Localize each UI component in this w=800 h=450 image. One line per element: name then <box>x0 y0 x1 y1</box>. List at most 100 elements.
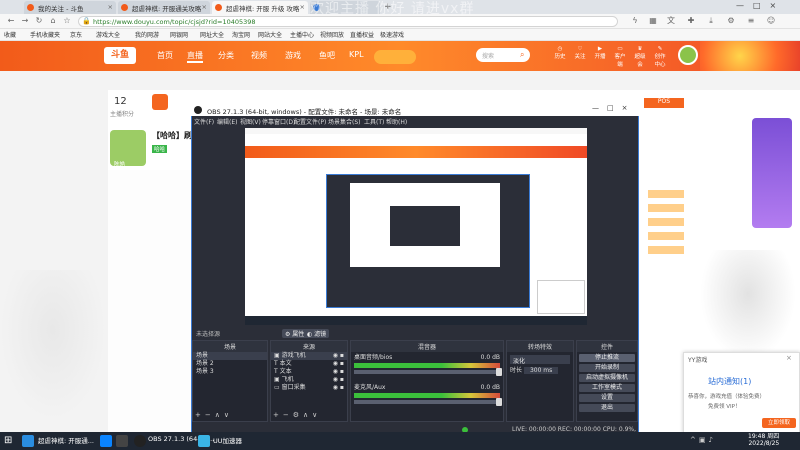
bookmark-item[interactable]: 手机收藏夹 <box>30 30 60 40</box>
gift-list[interactable] <box>648 190 684 260</box>
obs-menu-item[interactable]: 停靠窗口(D) <box>262 117 295 126</box>
home-icon[interactable]: ⌂ <box>48 16 58 26</box>
obs-menu-item[interactable]: 文件(F) <box>194 117 214 126</box>
browser-taskbar-icon[interactable] <box>22 435 34 447</box>
taskbar-clock[interactable]: 19:48 周四 2022/8/25 <box>748 433 779 447</box>
streamer-short: 陈皓 <box>114 162 126 168</box>
promo-badge[interactable] <box>374 50 416 64</box>
volume-slider[interactable] <box>354 368 502 376</box>
follow-icon[interactable]: ♡ 关注 <box>572 46 588 60</box>
refresh-icon[interactable]: ↻ <box>34 16 44 26</box>
bookmark-item[interactable]: 京东 <box>70 30 82 40</box>
bookmark-item[interactable]: 网站大全 <box>258 30 282 40</box>
source-item[interactable]: ▣ 游戏飞机 ◉ ▪ <box>271 352 347 360</box>
filters-button[interactable]: ◐ 滤镜 <box>304 329 330 338</box>
window-controls[interactable]: —□× <box>736 1 800 10</box>
obs-window-controls[interactable]: —□× <box>592 104 638 112</box>
room-tag[interactable]: 哈哈 <box>152 145 168 153</box>
forward-icon[interactable]: → <box>20 16 30 26</box>
user-icon[interactable]: ☺ <box>766 16 776 26</box>
nav-yuba[interactable]: 鱼吧 <box>319 50 335 61</box>
settings-icon[interactable]: ⚙ <box>726 16 736 26</box>
steam-icon[interactable] <box>116 435 128 447</box>
audio-meter <box>354 393 500 398</box>
uu-icon[interactable] <box>198 435 210 447</box>
bookmark-item[interactable]: 游戏大全 <box>96 30 120 40</box>
creator-icon[interactable]: ✎ 创作中心 <box>652 46 668 68</box>
bookmark-item[interactable]: 网银网 <box>170 30 188 40</box>
lightning-icon[interactable]: ϟ <box>630 16 640 26</box>
start-recording-button[interactable]: 开始录制 <box>579 364 635 372</box>
browser-tab[interactable]: 我的关注 - 斗鱼 × <box>24 1 116 14</box>
nav-home[interactable]: 首页 <box>157 50 173 61</box>
transition-select[interactable]: 淡化 <box>510 355 570 365</box>
history-icon[interactable]: ◷ 历史 <box>552 46 568 60</box>
source-item[interactable]: T 文本 ◉ ▪ <box>271 368 347 376</box>
client-icon[interactable]: ▭ 客户端 <box>612 46 628 68</box>
nav-video[interactable]: 视频 <box>251 50 267 61</box>
nav-category[interactable]: 分类 <box>218 50 234 61</box>
taskbar-app[interactable]: UU加速器 <box>213 435 242 447</box>
download-icon[interactable]: ⤓ <box>706 16 716 26</box>
pos-badge[interactable]: POS <box>644 98 684 108</box>
obs-menu-item[interactable]: 工具(T) <box>364 117 384 126</box>
obs-menu-item[interactable]: 帮助(H) <box>386 117 407 126</box>
source-item[interactable]: ▣ 飞机 ◉ ▪ <box>271 376 347 384</box>
bookmark-item[interactable]: 视频回放 <box>320 30 344 40</box>
browser-tab-active[interactable]: 超虐神棋: 开服 升级 攻略 × <box>212 1 308 14</box>
douyu-logo[interactable]: 斗鱼 <box>104 47 136 64</box>
stop-streaming-button[interactable]: 停止推流 <box>579 354 635 362</box>
close-icon[interactable]: × <box>300 3 305 11</box>
start-icon[interactable]: ⊞ <box>4 435 12 446</box>
scene-item[interactable]: 场景 3 <box>193 368 267 376</box>
search-icon[interactable]: ⌕ <box>520 50 524 60</box>
rank-icon[interactable] <box>152 94 168 110</box>
close-icon[interactable]: × <box>786 354 792 362</box>
source-item[interactable]: ▭ 窗口采集 ◉ ▪ <box>271 384 347 392</box>
obs-menu-item[interactable]: 编辑(E) <box>217 117 237 126</box>
nav-kpl[interactable]: KPL <box>349 50 364 59</box>
settings-button[interactable]: 设置 <box>579 394 635 402</box>
bookmark-item[interactable]: 我的网游 <box>135 30 159 40</box>
menu-icon[interactable]: ≡ <box>746 16 756 26</box>
bookmark-item[interactable]: 收藏 <box>4 30 16 40</box>
nav-games[interactable]: 游戏 <box>285 50 301 61</box>
back-icon[interactable]: ← <box>6 16 16 26</box>
scene-item[interactable]: 场景 2 <box>193 360 267 368</box>
obs-menu-item[interactable]: 配置文件(P) <box>294 117 326 126</box>
close-icon[interactable]: × <box>108 3 113 11</box>
tray-icons[interactable]: ^▣♪ <box>690 436 716 444</box>
bookmark-item[interactable]: 极速游戏 <box>380 30 404 40</box>
broadcast-icon[interactable]: ▶ 开播 <box>592 46 608 60</box>
app-taskbar-icon[interactable] <box>100 435 112 447</box>
bookmark-item[interactable]: 淘宝网 <box>232 30 250 40</box>
browser-tab[interactable]: 超虐神棋: 开服通关攻略 × <box>118 1 210 14</box>
nav-live[interactable]: 直播 <box>187 50 203 63</box>
bookmark-star-icon[interactable]: ☆ <box>62 16 72 26</box>
scene-item[interactable]: 场景 <box>193 352 267 360</box>
duration-row: 时长 300 ms <box>507 367 573 375</box>
bookmark-item[interactable]: 主播中心 <box>290 30 314 40</box>
obs-taskbar-icon[interactable] <box>134 435 146 447</box>
extension-icon[interactable]: ✚ <box>686 16 696 26</box>
avatar[interactable] <box>678 45 698 65</box>
duration-input[interactable]: 300 ms <box>523 367 559 374</box>
source-controls[interactable]: +−⚙∧∨ <box>273 411 321 419</box>
vip-icon[interactable]: ♛ 超级会 <box>632 46 648 68</box>
translate-icon[interactable]: 文 <box>666 16 676 26</box>
claim-button[interactable]: 立即领取 <box>762 418 796 428</box>
bookmark-item[interactable]: 直播权益 <box>350 30 374 40</box>
scene-controls[interactable]: +−∧∨ <box>195 411 233 419</box>
qr-icon[interactable]: ▦ <box>648 16 658 26</box>
studio-mode-button[interactable]: 工作室模式 <box>579 384 635 392</box>
bookmark-item[interactable]: 网址大全 <box>200 30 224 40</box>
taskbar-app[interactable]: 超虐神棋: 开服通... <box>38 435 94 447</box>
event-banner[interactable] <box>752 118 792 228</box>
exit-button[interactable]: 退出 <box>579 404 635 412</box>
obs-menu-item[interactable]: 视图(V) <box>240 117 261 126</box>
volume-slider[interactable] <box>354 398 502 406</box>
source-item[interactable]: T 本文 ◉ ▪ <box>271 360 347 368</box>
virtual-camera-button[interactable]: 启动虚拟摄像机 <box>579 374 635 382</box>
obs-menu-item[interactable]: 场景集合(S) <box>328 117 361 126</box>
close-icon[interactable]: × <box>202 3 207 11</box>
